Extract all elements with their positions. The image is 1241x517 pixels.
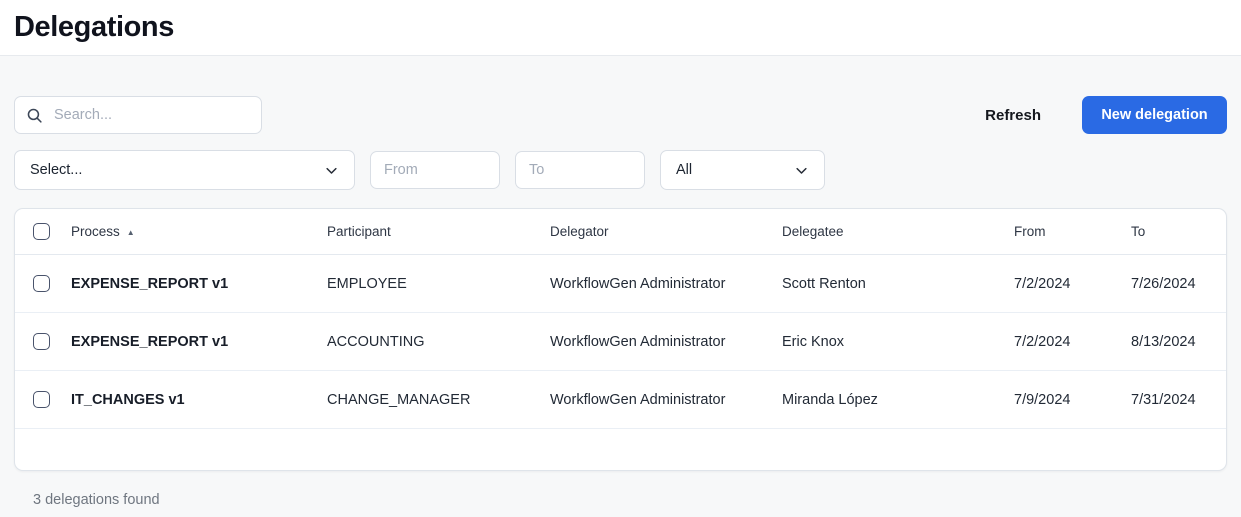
search-icon: [26, 107, 43, 124]
page-header: Delegations: [0, 0, 1241, 56]
chevron-down-icon: [794, 163, 809, 178]
table-header-row: Process▲ Participant Delegator Delegatee…: [15, 209, 1226, 255]
search-box[interactable]: [14, 96, 262, 134]
table-row[interactable]: EXPENSE_REPORT v1 ACCOUNTING WorkflowGen…: [15, 313, 1226, 371]
result-count: 3 delegations found: [14, 492, 1227, 508]
cell-delegatee: Scott Renton: [782, 276, 1014, 292]
cell-participant: CHANGE_MANAGER: [327, 392, 550, 408]
toolbar: Refresh New delegation: [14, 96, 1227, 134]
column-header-to[interactable]: To: [1131, 224, 1226, 239]
table-empty-space: [15, 429, 1226, 470]
cell-process: EXPENSE_REPORT v1: [71, 334, 327, 350]
column-header-delegator[interactable]: Delegator: [550, 224, 782, 239]
column-header-participant[interactable]: Participant: [327, 224, 550, 239]
row-select-cell: [15, 391, 71, 408]
row-select-cell: [15, 275, 71, 292]
row-checkbox[interactable]: [33, 275, 50, 292]
new-delegation-button[interactable]: New delegation: [1082, 96, 1227, 134]
cell-delegatee: Eric Knox: [782, 334, 1014, 350]
date-from-input[interactable]: [370, 151, 500, 189]
cell-delegator: WorkflowGen Administrator: [550, 392, 782, 408]
cell-delegatee: Miranda López: [782, 392, 1014, 408]
cell-to: 8/13/2024: [1131, 334, 1226, 350]
status-filter-select[interactable]: All: [660, 150, 825, 190]
row-checkbox[interactable]: [33, 333, 50, 350]
cell-delegator: WorkflowGen Administrator: [550, 334, 782, 350]
sort-ascending-icon: ▲: [127, 228, 135, 237]
column-header-process[interactable]: Process▲: [71, 224, 327, 239]
column-header-delegatee[interactable]: Delegatee: [782, 224, 1014, 239]
row-checkbox[interactable]: [33, 391, 50, 408]
cell-participant: EMPLOYEE: [327, 276, 550, 292]
page-title: Delegations: [14, 11, 174, 44]
select-all-cell: [15, 223, 71, 240]
column-header-from[interactable]: From: [1014, 224, 1131, 239]
table-row[interactable]: EXPENSE_REPORT v1 EMPLOYEE WorkflowGen A…: [15, 255, 1226, 313]
cell-to: 7/26/2024: [1131, 276, 1226, 292]
cell-to: 7/31/2024: [1131, 392, 1226, 408]
search-input[interactable]: [52, 106, 250, 124]
cell-from: 7/9/2024: [1014, 392, 1131, 408]
cell-process: EXPENSE_REPORT v1: [71, 276, 327, 292]
select-all-checkbox[interactable]: [33, 223, 50, 240]
date-to-input[interactable]: [515, 151, 645, 189]
cell-participant: ACCOUNTING: [327, 334, 550, 350]
cell-from: 7/2/2024: [1014, 334, 1131, 350]
refresh-button[interactable]: Refresh: [975, 101, 1051, 130]
delegations-table: Process▲ Participant Delegator Delegatee…: [14, 208, 1227, 471]
main-content: Refresh New delegation Select... All: [0, 96, 1241, 508]
cell-from: 7/2/2024: [1014, 276, 1131, 292]
row-select-cell: [15, 333, 71, 350]
cell-delegator: WorkflowGen Administrator: [550, 276, 782, 292]
cell-process: IT_CHANGES v1: [71, 392, 327, 408]
table-row[interactable]: IT_CHANGES v1 CHANGE_MANAGER WorkflowGen…: [15, 371, 1226, 429]
status-filter-value: All: [676, 162, 692, 178]
chevron-down-icon: [324, 163, 339, 178]
filter-row: Select... All: [14, 150, 1227, 190]
process-filter-select[interactable]: Select...: [14, 150, 355, 190]
process-filter-value: Select...: [30, 162, 82, 178]
